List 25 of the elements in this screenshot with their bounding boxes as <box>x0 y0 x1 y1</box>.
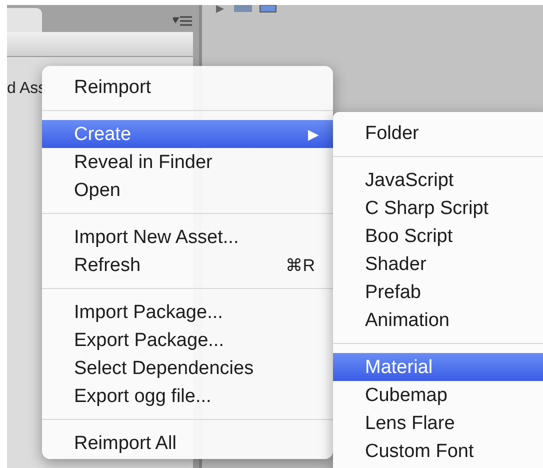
menu-item[interactable]: Boo Script <box>333 222 543 250</box>
menu-item[interactable]: JavaScript <box>333 166 543 194</box>
shortcut-label: ⌘R <box>286 256 315 274</box>
menu-item[interactable]: Reimport All <box>42 429 333 457</box>
menu-item[interactable]: Select Dependencies <box>42 354 333 382</box>
menu-item[interactable]: Refresh ⌘R <box>42 251 333 279</box>
expand-arrow-icon[interactable] <box>216 5 224 13</box>
menu-item[interactable]: Import New Asset... <box>42 223 333 251</box>
menu-item[interactable]: Reveal in Finder <box>42 148 333 176</box>
menu-item[interactable]: Custom Font <box>333 437 543 465</box>
menu-item[interactable]: Import Package... <box>42 298 333 326</box>
menu-item[interactable]: Animation <box>333 306 543 334</box>
submenu-arrow: ▶ <box>308 127 319 141</box>
menu-item[interactable]: Shader <box>333 250 543 278</box>
menu-item[interactable]: Create ▶ <box>42 120 333 148</box>
menu-item[interactable]: Cubemap <box>333 381 543 409</box>
menu-item[interactable]: Open <box>42 176 333 204</box>
menu-item[interactable]: Export ogg file... <box>42 382 333 410</box>
menu-item[interactable]: Lens Flare <box>333 409 543 437</box>
menu-item[interactable]: C Sharp Script <box>333 194 543 222</box>
menu-item[interactable]: Folder <box>333 119 543 147</box>
menu-item[interactable]: Prefab <box>333 278 543 306</box>
menu-item[interactable]: Material <box>333 353 543 381</box>
panel-menu-icon[interactable] <box>173 16 193 26</box>
menu-item[interactable]: Export Package... <box>42 326 333 354</box>
